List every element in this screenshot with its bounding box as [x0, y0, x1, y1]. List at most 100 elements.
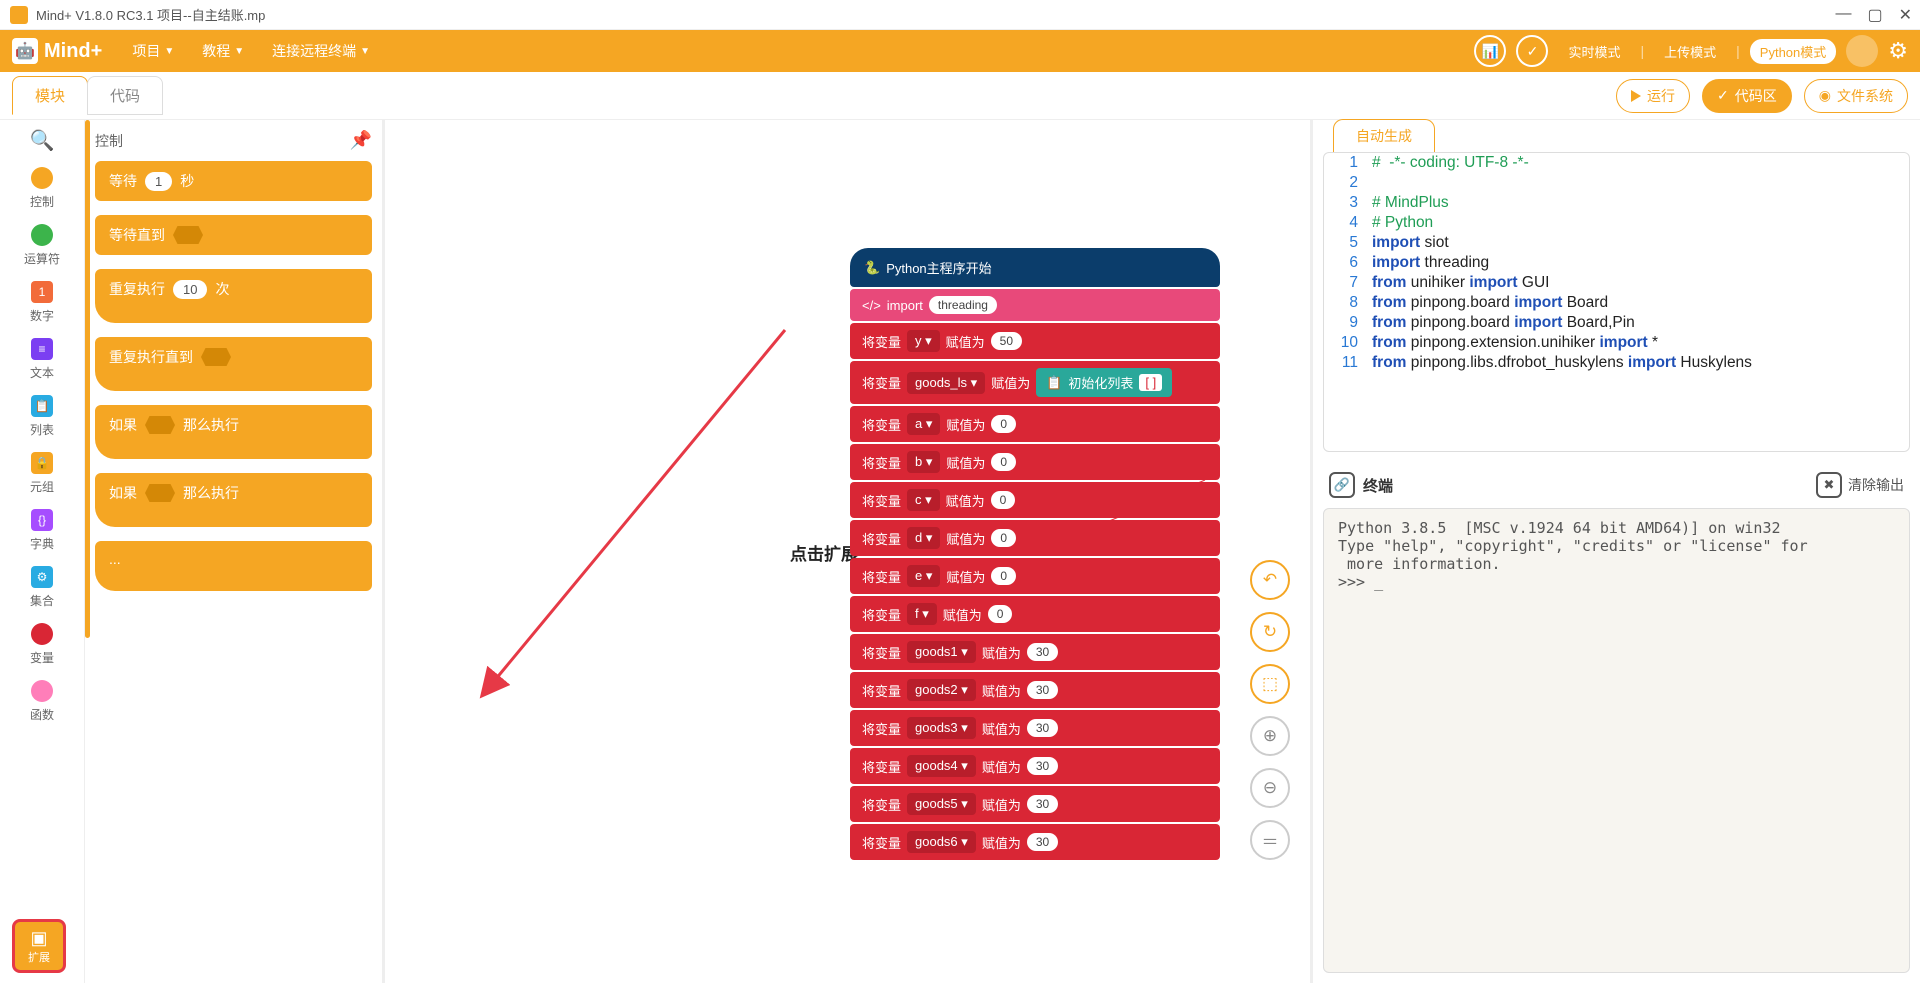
category-控制[interactable]: 控制 [24, 167, 60, 210]
bracket-input[interactable]: [ ] [1139, 374, 1162, 391]
category-文本[interactable]: ≡文本 [24, 338, 60, 381]
codearea-button[interactable]: ✓代码区 [1702, 79, 1792, 113]
code-editor[interactable]: 1# -*- coding: UTF-8 -*-23# MindPlus4# P… [1323, 152, 1910, 452]
value-input[interactable]: 30 [1027, 719, 1058, 737]
zoom-reset-button[interactable]: ＝ [1250, 820, 1290, 860]
value-input[interactable]: 30 [1027, 833, 1058, 851]
block-condition[interactable] [201, 348, 231, 366]
var-dropdown[interactable]: goods3 ▾ [907, 717, 976, 739]
block-condition[interactable] [145, 416, 175, 434]
category-字典[interactable]: {}字典 [24, 509, 60, 552]
clear-output-button[interactable]: ✖ 清除输出 [1816, 472, 1904, 498]
assign-block[interactable]: 将变量goods6 ▾赋值为30 [850, 824, 1220, 860]
palette-block[interactable]: 等待直到 [95, 215, 372, 255]
mode-python[interactable]: Python模式 [1750, 39, 1836, 64]
var-dropdown[interactable]: goods1 ▾ [907, 641, 976, 663]
extension-button[interactable]: ▣ 扩展 [12, 919, 66, 973]
block-input[interactable]: 1 [145, 172, 172, 191]
value-input[interactable]: 30 [1027, 643, 1058, 661]
assign-block[interactable]: 将变量a ▾赋值为0 [850, 406, 1220, 442]
gear-icon[interactable]: ⚙ [1888, 38, 1908, 64]
var-dropdown[interactable]: c ▾ [907, 489, 940, 511]
zoom-in-button[interactable]: ⊕ [1250, 716, 1290, 756]
palette-block[interactable]: ... [95, 541, 372, 591]
value-input[interactable]: 0 [991, 453, 1016, 471]
var-dropdown[interactable]: goods5 ▾ [907, 793, 976, 815]
assign-block[interactable]: 将变量goods3 ▾赋值为30 [850, 710, 1220, 746]
assign-block[interactable]: 将变量goods_ls ▾赋值为📋初始化列表[ ] [850, 361, 1220, 404]
canvas[interactable]: 点击扩展 🐍 Python主程序开始 </> import threading … [385, 120, 1310, 983]
terminal-output[interactable]: Python 3.8.5 [MSC v.1924 64 bit AMD64)] … [1323, 508, 1910, 973]
value-input[interactable]: 0 [991, 491, 1016, 509]
var-dropdown[interactable]: e ▾ [907, 565, 940, 587]
undo-button[interactable]: ↶ [1250, 560, 1290, 600]
var-dropdown[interactable]: y ▾ [907, 330, 940, 352]
assign-block[interactable]: 将变量y ▾赋值为50 [850, 323, 1220, 359]
var-dropdown[interactable]: goods2 ▾ [907, 679, 976, 701]
tab-code[interactable]: 代码 [87, 76, 163, 115]
assign-block[interactable]: 将变量d ▾赋值为0 [850, 520, 1220, 556]
menu-project[interactable]: 项目▼ [122, 37, 184, 65]
code-tab-auto[interactable]: 自动生成 [1333, 119, 1435, 152]
redo-button[interactable]: ↻ [1250, 612, 1290, 652]
tab-blocks[interactable]: 模块 [12, 76, 88, 115]
category-运算符[interactable]: 运算符 [24, 224, 60, 267]
assign-block[interactable]: 将变量e ▾赋值为0 [850, 558, 1220, 594]
value-input[interactable]: 30 [1027, 757, 1058, 775]
import-value[interactable]: threading [929, 296, 997, 314]
block-input[interactable]: 10 [173, 280, 207, 299]
value-input[interactable]: 50 [991, 332, 1022, 350]
category-集合[interactable]: ⚙集合 [24, 566, 60, 609]
assign-block[interactable]: 将变量goods1 ▾赋值为30 [850, 634, 1220, 670]
block-condition[interactable] [173, 226, 203, 244]
palette-block[interactable]: 如果那么执行 [95, 473, 372, 527]
var-dropdown[interactable]: f ▾ [907, 603, 937, 625]
assign-block[interactable]: 将变量goods4 ▾赋值为30 [850, 748, 1220, 784]
value-input[interactable]: 0 [991, 567, 1016, 585]
value-input[interactable]: 30 [1027, 795, 1058, 813]
var-dropdown[interactable]: a ▾ [907, 413, 940, 435]
var-dropdown[interactable]: goods6 ▾ [907, 831, 976, 853]
category-元组[interactable]: 🔒元组 [24, 452, 60, 495]
value-input[interactable]: 0 [991, 415, 1016, 433]
mode-upload[interactable]: 上传模式 [1654, 38, 1726, 65]
assign-block[interactable]: 将变量b ▾赋值为0 [850, 444, 1220, 480]
category-数字[interactable]: 1数字 [24, 281, 60, 324]
mode-realtime[interactable]: 实时模式 [1558, 38, 1630, 65]
category-变量[interactable]: 变量 [24, 623, 60, 666]
close-icon[interactable]: ✕ [1899, 5, 1912, 25]
assign-block[interactable]: 将变量f ▾赋值为0 [850, 596, 1220, 632]
init-list-block[interactable]: 📋初始化列表[ ] [1036, 368, 1172, 397]
var-dropdown[interactable]: goods4 ▾ [907, 755, 976, 777]
chart-icon[interactable]: 📊 [1474, 35, 1506, 67]
crop-button[interactable]: ⬚ [1250, 664, 1290, 704]
palette-block[interactable]: 如果那么执行 [95, 405, 372, 459]
palette-block[interactable]: 重复执行10次 [95, 269, 372, 323]
pin-icon[interactable]: 📌 [350, 130, 372, 151]
value-input[interactable]: 0 [991, 529, 1016, 547]
category-函数[interactable]: 函数 [24, 680, 60, 723]
filesystem-button[interactable]: ◉文件系统 [1804, 79, 1908, 113]
scrollbar[interactable] [85, 120, 90, 638]
menu-connect[interactable]: 连接远程终端▼ [262, 37, 380, 65]
category-列表[interactable]: 📋列表 [24, 395, 60, 438]
help-icon[interactable]: ✓ [1516, 35, 1548, 67]
assign-block[interactable]: 将变量goods5 ▾赋值为30 [850, 786, 1220, 822]
value-input[interactable]: 30 [1027, 681, 1058, 699]
maximize-icon[interactable]: ▢ [1867, 5, 1882, 25]
var-dropdown[interactable]: b ▾ [907, 451, 940, 473]
import-block[interactable]: </> import threading [850, 289, 1220, 321]
assign-block[interactable]: 将变量c ▾赋值为0 [850, 482, 1220, 518]
minimize-icon[interactable]: — [1835, 5, 1851, 25]
var-dropdown[interactable]: goods_ls ▾ [907, 372, 985, 394]
palette-block[interactable]: 等待1秒 [95, 161, 372, 201]
var-dropdown[interactable]: d ▾ [907, 527, 940, 549]
avatar-icon[interactable] [1846, 35, 1878, 67]
run-button[interactable]: 运行 [1616, 79, 1690, 113]
block-condition[interactable] [145, 484, 175, 502]
hat-block[interactable]: 🐍 Python主程序开始 [850, 248, 1220, 287]
assign-block[interactable]: 将变量goods2 ▾赋值为30 [850, 672, 1220, 708]
palette-block[interactable]: 重复执行直到 [95, 337, 372, 391]
block-stack[interactable]: 🐍 Python主程序开始 </> import threading 将变量y … [850, 248, 1220, 862]
menu-tutorial[interactable]: 教程▼ [192, 37, 254, 65]
